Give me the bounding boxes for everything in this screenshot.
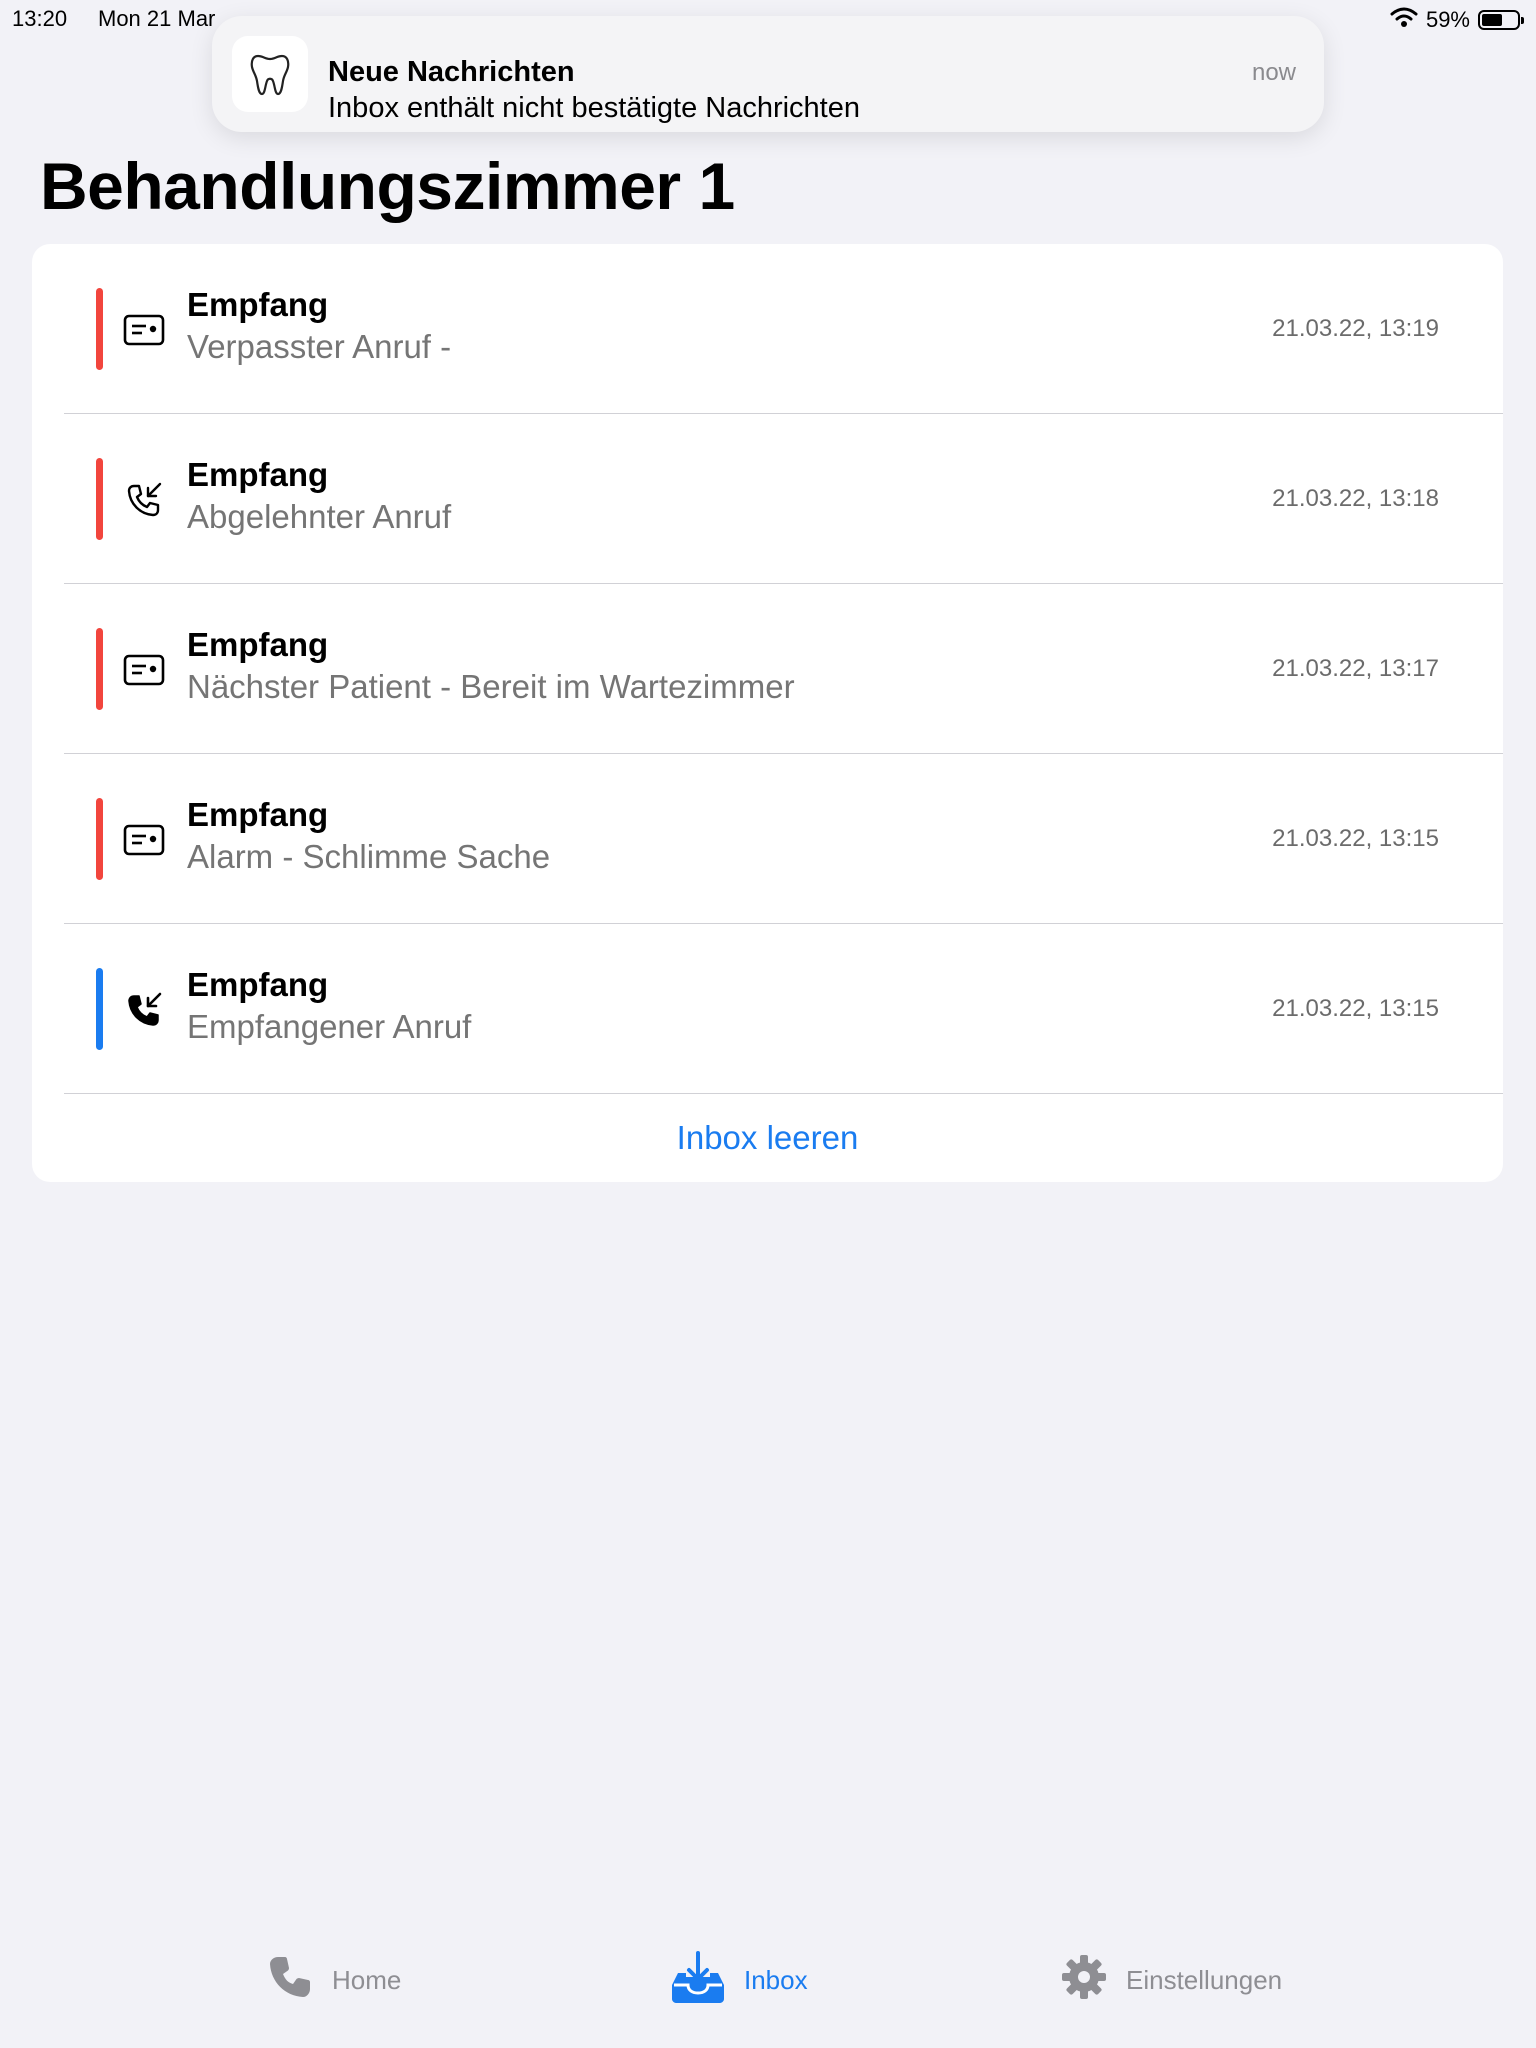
battery-level-fill	[1482, 14, 1503, 26]
message-card-icon	[122, 818, 166, 862]
message-sender: Empfang	[187, 966, 329, 1003]
gear-icon	[1060, 1953, 1108, 2008]
tooth-icon	[232, 36, 308, 112]
status-time: 13:20	[12, 6, 68, 31]
priority-indicator	[96, 798, 103, 880]
message-list: Empfang Verpasster Anruf - 21.03.22, 13:…	[32, 244, 1503, 1182]
battery-percentage: 59%	[1425, 7, 1470, 32]
notification-body: Inbox enthält nicht bestätigte Nachricht…	[328, 92, 860, 124]
tab-settings-label: Einstellungen	[1126, 1964, 1283, 1995]
message-sender: Empfang	[187, 286, 329, 323]
priority-indicator	[96, 968, 103, 1050]
tab-home-label: Home	[332, 1964, 402, 1995]
message-row[interactable]: Empfang Verpasster Anruf - 21.03.22, 13:…	[32, 244, 1503, 414]
message-row[interactable]: Empfang Alarm - Schlimme Sache 21.03.22,…	[32, 754, 1503, 924]
tab-bar: Home Inbox Einstellungen	[0, 1928, 1536, 2048]
message-text: Nächster Patient - Bereit im Wartezimmer	[187, 668, 795, 705]
notification-time: now	[1251, 59, 1296, 86]
message-timestamp: 21.03.22, 13:19	[1272, 315, 1439, 342]
message-card-icon	[122, 648, 166, 692]
priority-indicator	[96, 628, 103, 710]
message-text: Verpasster Anruf -	[187, 328, 452, 365]
incoming-call-outline-icon	[122, 478, 166, 522]
message-timestamp: 21.03.22, 13:15	[1272, 995, 1439, 1022]
page-title: Behandlungszimmer 1	[40, 149, 735, 223]
wifi-icon	[1390, 6, 1418, 34]
message-text: Alarm - Schlimme Sache	[187, 838, 551, 875]
message-row[interactable]: Empfang Abgelehnter Anruf 21.03.22, 13:1…	[32, 414, 1503, 584]
message-sender: Empfang	[187, 626, 329, 663]
message-timestamp: 21.03.22, 13:15	[1272, 825, 1439, 852]
inbox-tray-icon	[670, 1950, 726, 2010]
message-sender: Empfang	[187, 456, 329, 493]
phone-icon	[266, 1953, 314, 2008]
tab-settings[interactable]: Einstellungen	[1060, 1950, 1282, 2010]
priority-indicator	[96, 288, 103, 370]
status-indicators: 59%	[1390, 6, 1524, 34]
message-sender: Empfang	[187, 796, 329, 833]
message-row[interactable]: Empfang Empfangener Anruf 21.03.22, 13:1…	[32, 924, 1503, 1094]
priority-indicator	[96, 458, 103, 540]
clear-inbox-button[interactable]: Inbox leeren	[32, 1094, 1503, 1182]
message-timestamp: 21.03.22, 13:17	[1272, 655, 1439, 682]
message-row[interactable]: Empfang Nächster Patient - Bereit im War…	[32, 584, 1503, 754]
incoming-call-filled-icon	[122, 988, 166, 1032]
status-date: Mon 21 Mar	[98, 6, 216, 31]
tab-inbox[interactable]: Inbox	[670, 1950, 808, 2010]
notification-banner[interactable]: Neue Nachrichten Inbox enthält nicht bes…	[212, 16, 1324, 132]
message-text: Abgelehnter Anruf	[187, 498, 452, 535]
battery-icon	[1478, 10, 1524, 30]
tab-inbox-label: Inbox	[744, 1964, 808, 1995]
message-card-icon	[122, 308, 166, 352]
tab-home[interactable]: Home	[266, 1950, 401, 2010]
message-timestamp: 21.03.22, 13:18	[1272, 485, 1439, 512]
notification-title: Neue Nachrichten	[328, 56, 575, 88]
message-text: Empfangener Anruf	[187, 1008, 472, 1045]
